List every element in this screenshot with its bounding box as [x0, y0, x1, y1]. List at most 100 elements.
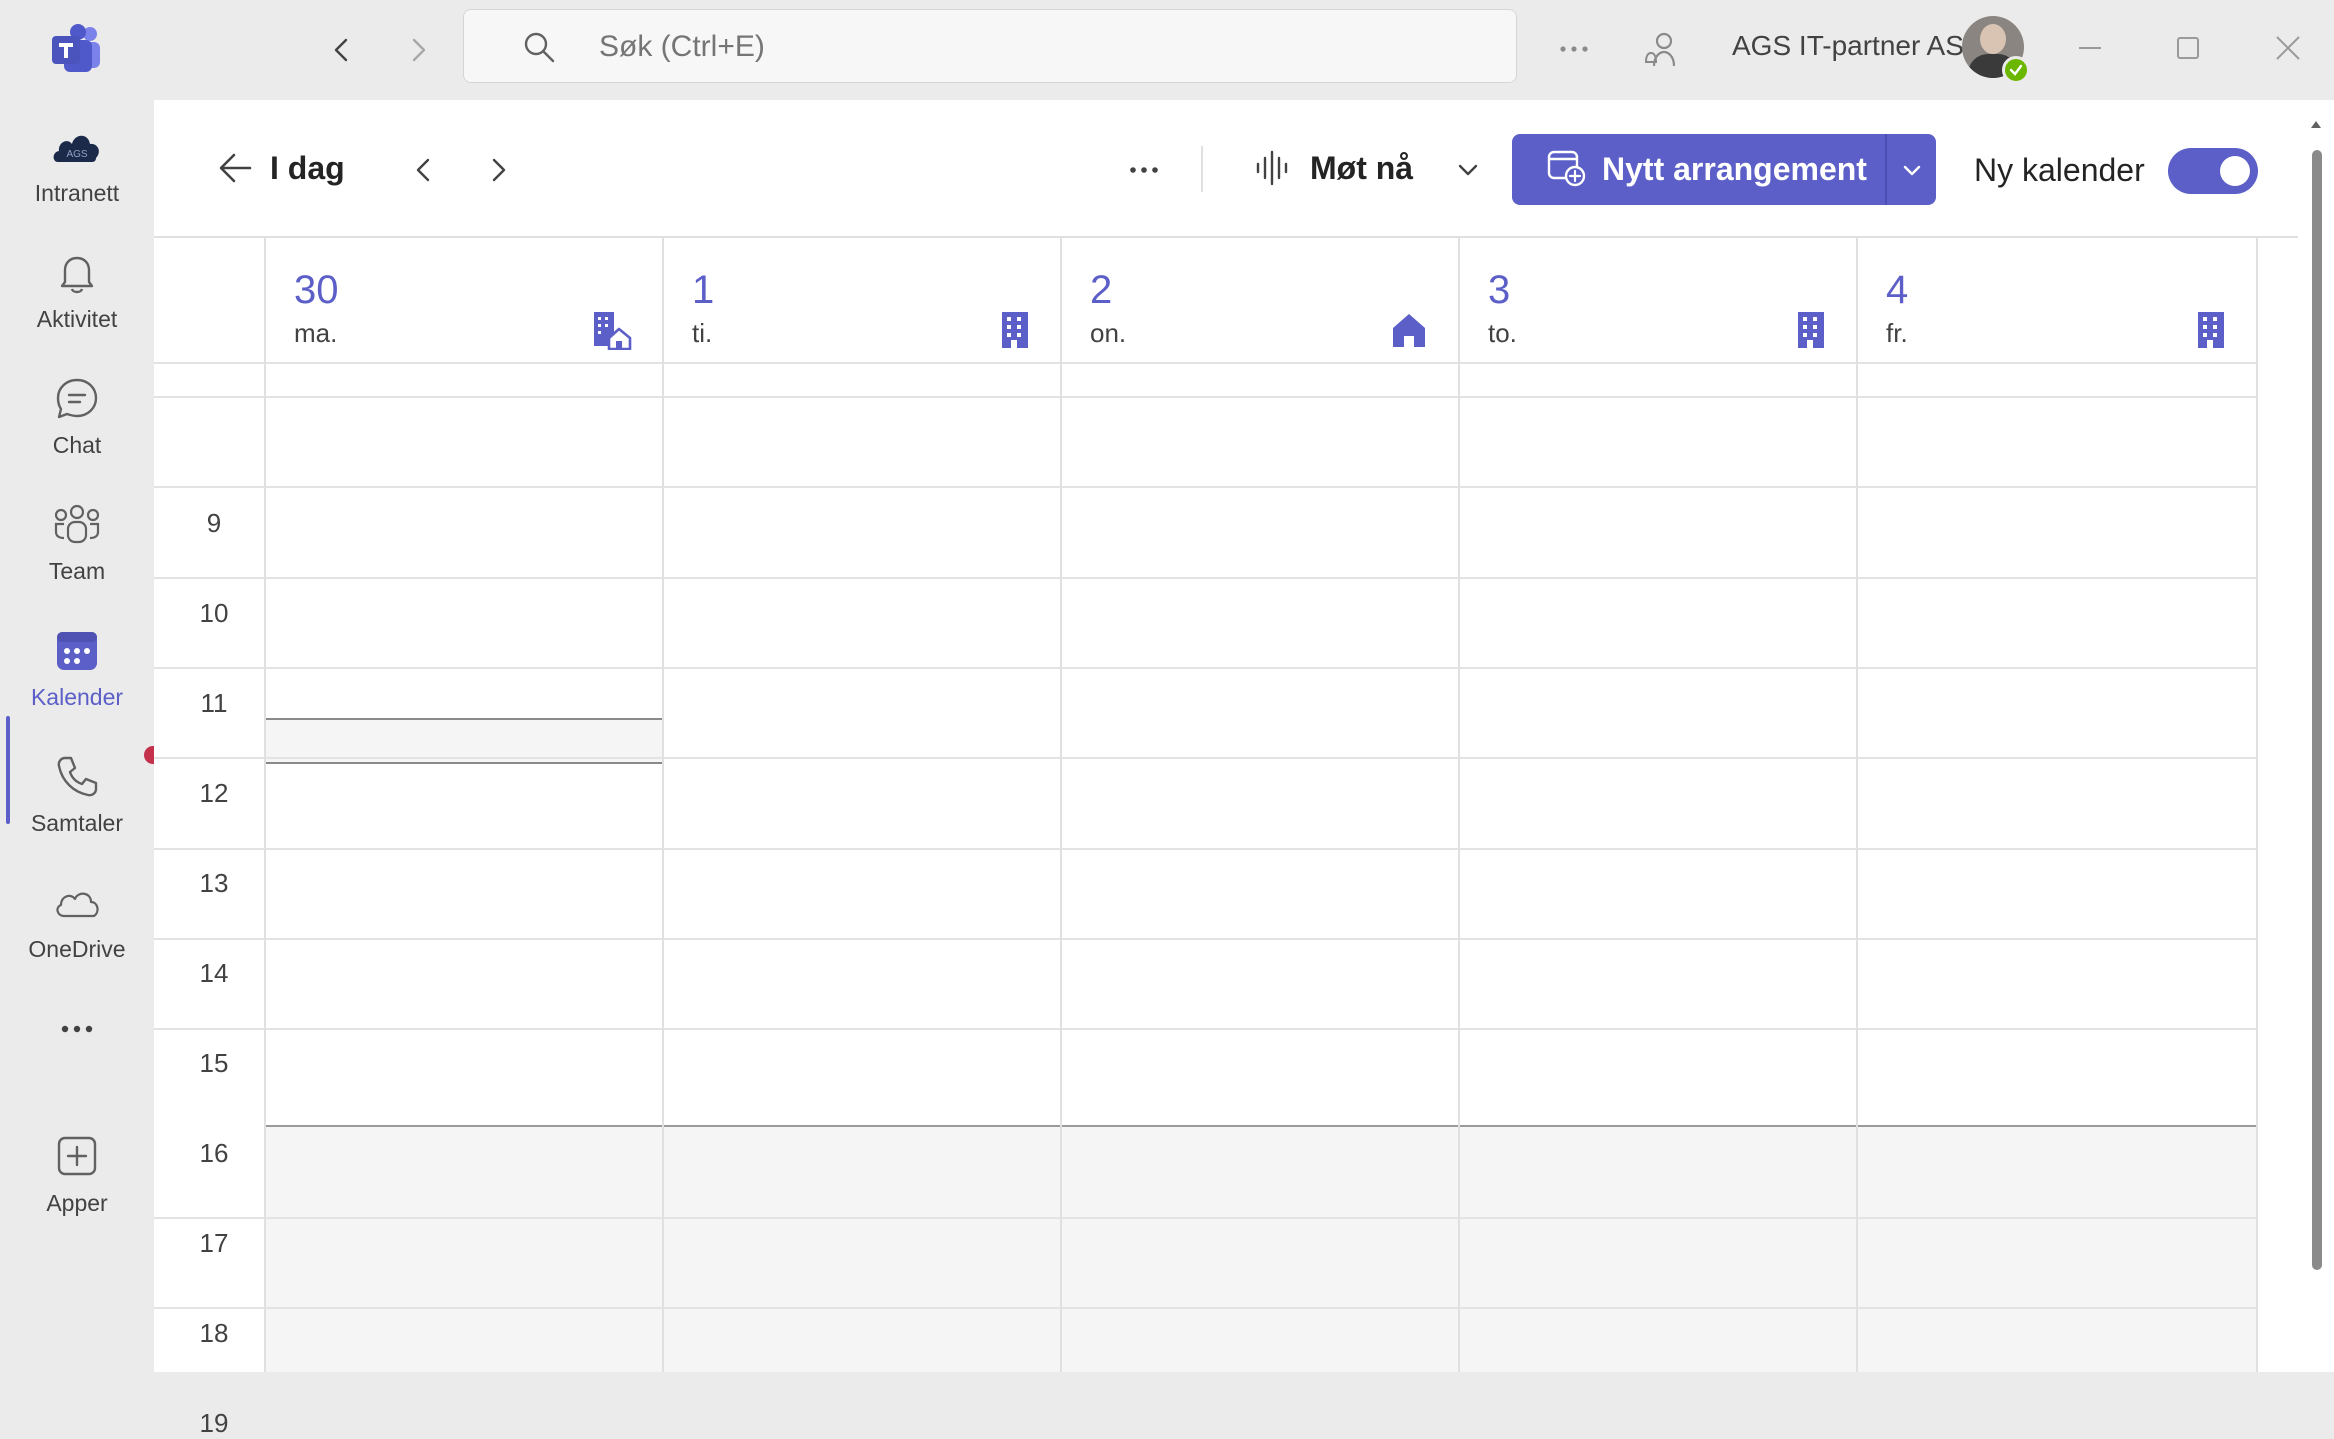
day-column-2[interactable] [1062, 362, 1458, 1372]
more-horizontal-icon [1130, 167, 1158, 173]
rail-label: Apper [46, 1190, 108, 1216]
home-icon[interactable] [1390, 310, 1428, 355]
day-column-3[interactable] [1460, 362, 1856, 1372]
day-header-1[interactable]: 1 ti. [664, 238, 1062, 362]
calendar-icon [50, 624, 104, 678]
teams-logo-icon [50, 24, 102, 76]
today-label: I dag [270, 149, 345, 186]
search-box[interactable]: Søk (Ctrl+E) [463, 9, 1517, 83]
office-building-icon[interactable] [1000, 310, 1030, 355]
ags-cloud-icon: AGS [50, 120, 104, 174]
forward-button[interactable] [394, 26, 442, 74]
day-number: 3 [1488, 268, 1511, 312]
office-building-icon[interactable] [1796, 310, 1826, 355]
rail-item-samtaler[interactable]: Samtaler [0, 746, 162, 866]
back-button[interactable] [318, 26, 366, 74]
cloud-icon [50, 876, 104, 930]
rail-item-apper[interactable]: Apper [0, 1130, 154, 1246]
minimize-button[interactable] [2060, 20, 2120, 76]
rail-item-aktivitet[interactable]: Aktivitet [0, 246, 154, 362]
people-settings-button[interactable] [1640, 28, 1684, 77]
chevron-down-icon [1903, 165, 1920, 175]
rail-label: Chat [52, 432, 102, 458]
new-event-split-button: Nytt arrangement [1512, 134, 1936, 205]
day-header-4[interactable]: 4 fr. [1858, 238, 2258, 362]
rail-label: Kalender [30, 684, 124, 710]
hour-label: 18 [199, 1318, 229, 1348]
new-event-button[interactable]: Nytt arrangement [1512, 134, 1882, 205]
meet-now-dropdown[interactable] [1454, 156, 1482, 189]
bell-icon [50, 246, 104, 300]
chevron-left-icon [416, 158, 430, 182]
scroll-up-icon[interactable] [2310, 116, 2322, 134]
arrow-left-icon [219, 153, 252, 183]
meet-now-label: Møt nå [1310, 149, 1414, 186]
maximize-button[interactable] [2158, 20, 2218, 76]
office-home-icon[interactable] [592, 310, 632, 355]
hour-label: 9 [206, 508, 222, 538]
today-button[interactable]: I dag [216, 148, 345, 188]
minimize-icon [2079, 47, 2101, 49]
meet-now-button[interactable]: Møt nå [1252, 148, 1413, 188]
person-bell-icon [1644, 32, 1676, 67]
search-icon [522, 30, 556, 69]
day-column-4[interactable] [1858, 362, 2256, 1372]
rail-item-team[interactable]: Team [0, 498, 154, 614]
previous-week-button[interactable] [402, 148, 446, 192]
rail-label: Samtaler [30, 810, 124, 836]
toggle-knob [2220, 156, 2250, 186]
rail-more-button[interactable] [0, 1002, 154, 1118]
title-bar: Søk (Ctrl+E) AGS IT-partner AS [0, 0, 2334, 100]
scrollbar-thumb[interactable] [2312, 150, 2322, 1270]
more-options-button[interactable] [1124, 150, 1164, 195]
chevron-left-icon [334, 38, 348, 62]
rail-item-onedrive[interactable]: OneDrive [0, 876, 154, 992]
more-icon [50, 1002, 104, 1056]
rail-item-kalender[interactable]: Kalender [0, 624, 154, 740]
new-event-dropdown[interactable] [1887, 134, 1936, 205]
rail-item-intranett[interactable]: AGS Intranett [0, 120, 154, 236]
svg-text:AGS: AGS [66, 149, 87, 160]
chat-icon [50, 372, 104, 426]
vertical-scrollbar[interactable] [2298, 100, 2334, 1372]
next-week-button[interactable] [476, 148, 520, 192]
phone-icon [50, 746, 162, 804]
maximize-icon [2177, 37, 2199, 59]
rail-item-chat[interactable]: Chat [0, 372, 154, 488]
day-column-30[interactable] [266, 362, 662, 1372]
hour-label: 13 [199, 868, 229, 898]
calendar-main: I dag Møt nå Nytt arrangement Ny kalende… [154, 100, 2298, 1438]
chevron-right-icon [412, 38, 426, 62]
organization-name[interactable]: AGS IT-partner AS [1732, 30, 1964, 62]
search-placeholder: Søk (Ctrl+E) [599, 30, 765, 63]
hour-label: 11 [200, 688, 228, 718]
rail-label: Intranett [34, 180, 120, 206]
new-calendar-toggle[interactable] [2168, 148, 2258, 194]
teams-people-icon [50, 498, 104, 552]
settings-more-button[interactable] [1555, 30, 1593, 73]
day-number: 4 [1886, 268, 1909, 312]
rail-label: Team [48, 558, 106, 584]
new-calendar-label: Ny kalender [1974, 152, 2145, 188]
new-event-label: Nytt arrangement [1602, 151, 1867, 187]
day-name: ma. [294, 318, 338, 348]
day-column-1[interactable] [664, 362, 1060, 1372]
day-header-2[interactable]: 2 on. [1062, 238, 1460, 362]
audio-wave-icon [1256, 150, 1288, 186]
close-icon [2276, 36, 2300, 60]
close-button[interactable] [2258, 20, 2318, 76]
chevron-down-icon [1458, 164, 1478, 176]
chevron-right-icon [492, 158, 506, 182]
day-header-3[interactable]: 3 to. [1460, 238, 1858, 362]
day-header-30[interactable]: 30 ma. [264, 238, 664, 362]
hour-label: 17 [199, 1228, 229, 1258]
hour-label: 12 [199, 778, 229, 808]
add-app-icon [50, 1130, 104, 1184]
presence-available-icon [2002, 56, 2030, 84]
app-rail: AGS Intranett Aktivitet Chat Team Kalend… [0, 100, 162, 1372]
office-building-icon[interactable] [2196, 310, 2226, 355]
hour-label: 10 [199, 598, 229, 628]
hour-label: 14 [199, 958, 229, 988]
day-number: 2 [1090, 268, 1113, 312]
day-name: to. [1488, 318, 1517, 348]
